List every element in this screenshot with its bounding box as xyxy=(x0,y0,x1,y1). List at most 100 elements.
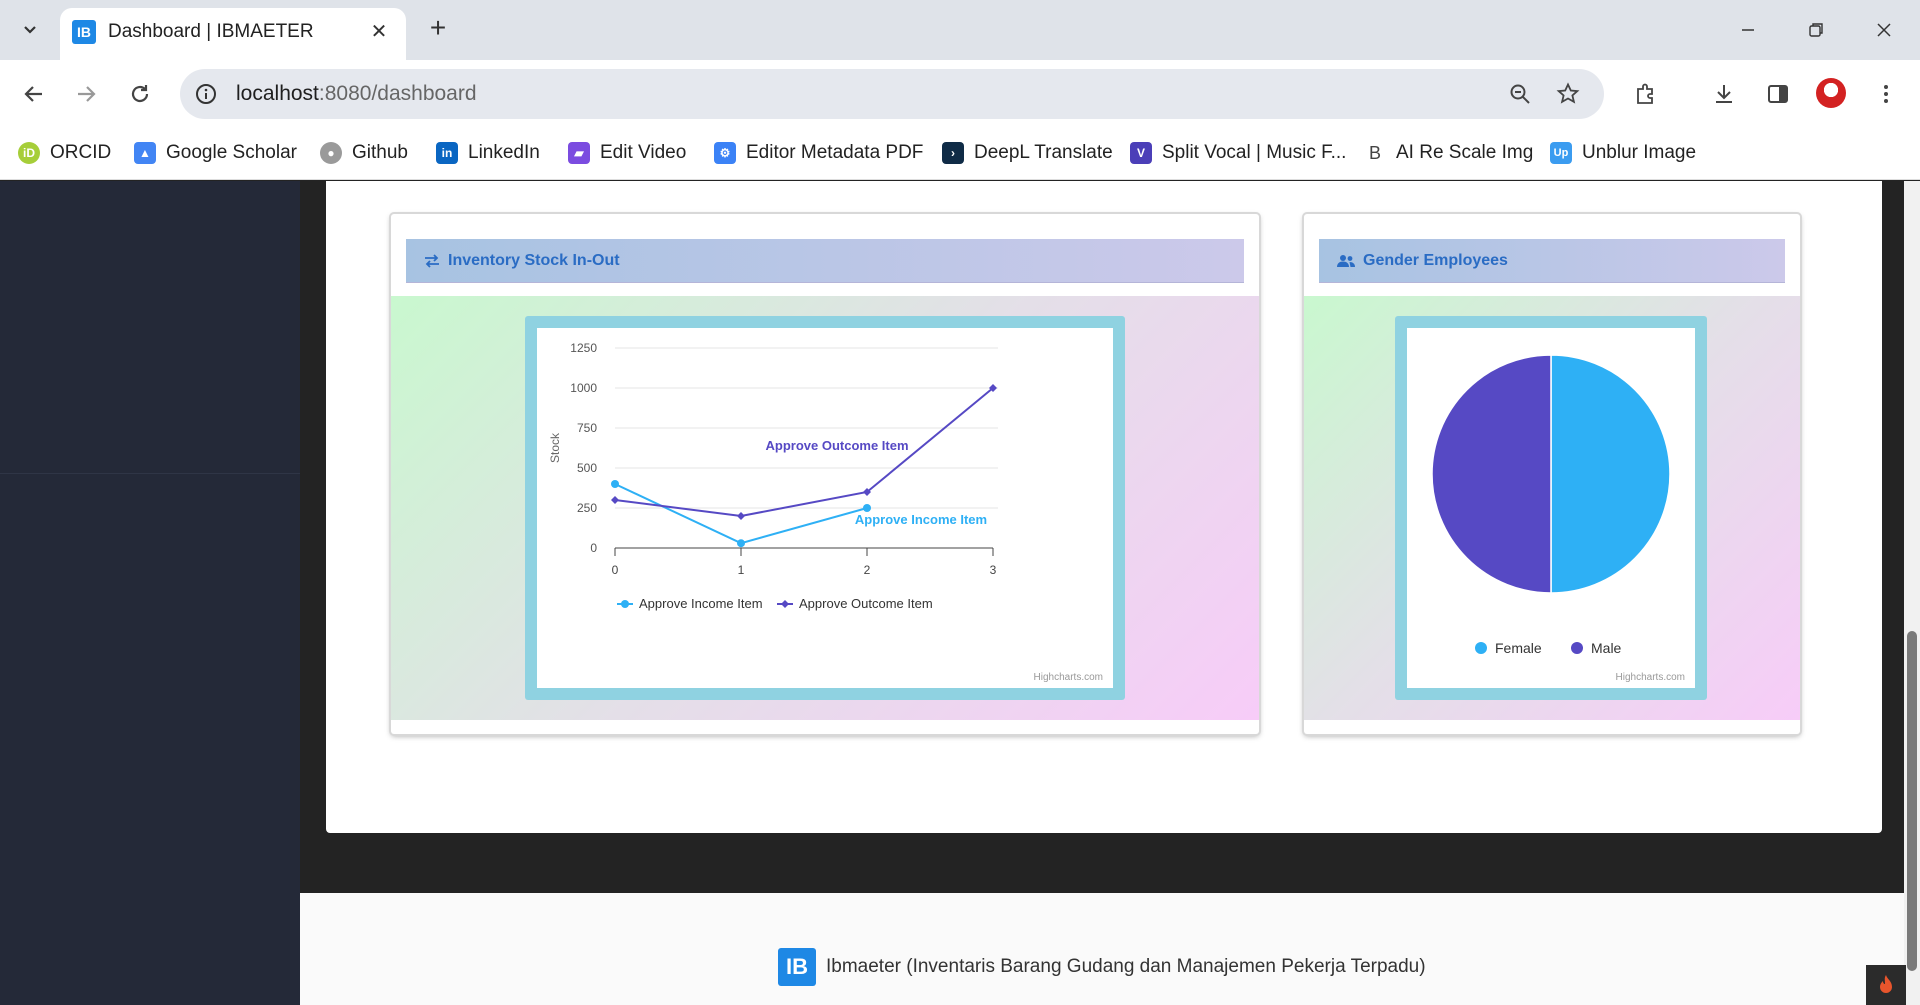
x-tick-label: 2 xyxy=(864,563,871,577)
line-chart-svg: 0 250 500 750 1000 1250 0 1 2 3 Stock Approve Outco… xyxy=(548,341,1103,683)
bookmark-linkedin[interactable]: in LinkedIn xyxy=(436,138,540,168)
github-icon: ● xyxy=(320,142,342,164)
bookmark-unblur-image[interactable]: Up Unblur Image xyxy=(1550,138,1696,168)
sidebar xyxy=(0,181,300,1005)
forward-button[interactable] xyxy=(68,76,104,112)
tab-search-button[interactable] xyxy=(14,14,46,46)
chart-credits: Highcharts.com xyxy=(1034,672,1103,683)
gender-panel-header: Gender Employees xyxy=(1319,239,1785,283)
arrow-left-icon xyxy=(24,86,42,102)
arrow-right-icon xyxy=(78,86,96,102)
bookmark-editor-metadata-pdf[interactable]: ⚙ Editor Metadata PDF xyxy=(714,138,923,168)
inventory-panel-title: Inventory Stock In-Out xyxy=(448,251,620,269)
unblur-icon: Up xyxy=(1550,142,1572,164)
y-tick-label: 1000 xyxy=(570,381,597,395)
bookmark-star-icon[interactable] xyxy=(1554,80,1582,108)
chevron-down-icon xyxy=(24,26,36,34)
dashboard-card: Inventory Stock In-Out 0 250 500 750 1000 125… xyxy=(326,181,1882,833)
close-tab-icon[interactable]: ✕ xyxy=(366,18,392,44)
pie-chart-svg: Female Male Highcharts.com xyxy=(1431,354,1685,683)
edit-video-icon: ▰ xyxy=(568,142,590,164)
gender-panel-title: Gender Employees xyxy=(1363,251,1508,269)
flame-icon xyxy=(1880,975,1892,993)
tab-title: Dashboard | IBMAETER xyxy=(108,21,314,42)
outcome-data-point xyxy=(737,512,745,520)
orcid-icon: iD xyxy=(18,142,40,164)
inventory-chart-frame: 0 250 500 750 1000 1250 0 1 2 3 Stock Approve Outco… xyxy=(525,316,1125,700)
new-tab-button[interactable]: + xyxy=(422,12,454,44)
restore-button[interactable] xyxy=(1796,12,1836,48)
y-tick-label: 0 xyxy=(590,541,597,555)
inventory-line-chart: 0 250 500 750 1000 1250 0 1 2 3 Stock Approve Outco… xyxy=(537,328,1113,688)
bookmark-edit-video[interactable]: ▰ Edit Video xyxy=(568,138,686,168)
active-tab[interactable]: IB Dashboard | IBMAETER ✕ xyxy=(60,8,406,60)
url-text[interactable]: localhost:8080/dashboard xyxy=(236,82,477,106)
close-window-button[interactable] xyxy=(1864,12,1904,48)
legend-outcome-label: Approve Outcome Item xyxy=(799,596,933,611)
zoom-icon[interactable] xyxy=(1506,80,1534,108)
footer-content: IB Ibmaeter (Inventaris Barang Gudang da… xyxy=(778,948,1426,986)
inventory-panel-body: 0 250 500 750 1000 1250 0 1 2 3 Stock Approve Outco… xyxy=(391,296,1259,720)
y-tick-label: 750 xyxy=(577,421,597,435)
income-data-point xyxy=(863,504,871,512)
download-icon[interactable] xyxy=(1706,76,1742,112)
bookmarks-bar: iD ORCID ▲ Google Scholar ● Github in Li… xyxy=(0,128,1920,180)
linkedin-icon: in xyxy=(436,142,458,164)
outcome-series-label: Approve Outcome Item xyxy=(765,438,908,453)
debug-toolbar-button[interactable] xyxy=(1866,965,1906,1005)
outcome-data-point xyxy=(611,496,619,504)
back-button[interactable] xyxy=(16,76,52,112)
sidebar-divider xyxy=(0,473,300,474)
google-scholar-icon: ▲ xyxy=(134,142,156,164)
bookmark-google-scholar[interactable]: ▲ Google Scholar xyxy=(134,138,297,168)
gender-panel-body: Female Male Highcharts.com xyxy=(1304,296,1800,720)
pie-slice-male xyxy=(1431,354,1552,594)
bookmark-orcid[interactable]: iD ORCID xyxy=(18,138,111,168)
gender-chart-frame: Female Male Highcharts.com xyxy=(1395,316,1707,700)
site-info-icon[interactable] xyxy=(192,80,220,108)
reload-icon xyxy=(131,85,149,103)
legend-male-marker xyxy=(1571,642,1583,654)
gender-panel: Gender Employees Female Male Highcharts.co… xyxy=(1304,214,1800,734)
extensions-icon[interactable] xyxy=(1628,76,1664,112)
legend-income-marker xyxy=(621,600,629,608)
pdf-metadata-icon: ⚙ xyxy=(714,142,736,164)
gender-pie-chart: Female Male Highcharts.com xyxy=(1407,328,1695,688)
pie-slice-female xyxy=(1550,354,1671,594)
side-panel-icon[interactable] xyxy=(1760,76,1796,112)
income-data-point xyxy=(611,480,619,488)
chart-credits: Highcharts.com xyxy=(1616,672,1685,683)
inventory-panel: Inventory Stock In-Out 0 250 500 750 1000 125… xyxy=(391,214,1259,734)
ibmaeter-logo-icon: IB xyxy=(778,948,816,986)
minimize-button[interactable] xyxy=(1728,12,1768,48)
y-tick-label: 500 xyxy=(577,461,597,475)
bookmark-ai-rescale[interactable]: B AI Re Scale Img xyxy=(1364,138,1533,168)
exchange-icon xyxy=(425,253,439,268)
footer-text: Ibmaeter (Inventaris Barang Gudang dan M… xyxy=(826,956,1426,977)
bookmark-deepl[interactable]: › DeepL Translate xyxy=(942,138,1113,168)
legend-female-marker xyxy=(1475,642,1487,654)
deepl-icon: › xyxy=(942,142,964,164)
page: Inventory Stock In-Out 0 250 500 750 1000 125… xyxy=(0,181,1920,1005)
address-bar[interactable]: localhost:8080/dashboard xyxy=(180,69,1604,119)
menu-kebab-icon[interactable] xyxy=(1868,76,1904,112)
profile-avatar[interactable] xyxy=(1816,78,1846,108)
legend-income-label: Approve Income Item xyxy=(639,596,763,611)
minimize-icon xyxy=(1742,29,1754,31)
reload-button[interactable] xyxy=(122,76,158,112)
scrollbar-thumb[interactable] xyxy=(1907,631,1917,971)
income-series-label: Approve Income Item xyxy=(855,512,987,527)
ai-rescale-icon: B xyxy=(1364,142,1386,164)
close-icon xyxy=(1877,23,1891,37)
ibmaeter-favicon-icon: IB xyxy=(72,20,96,44)
legend-outcome-marker xyxy=(781,600,789,608)
page-scrollbar[interactable] xyxy=(1904,181,1920,1005)
restore-icon xyxy=(1809,23,1823,37)
split-vocal-icon: V xyxy=(1130,142,1152,164)
bookmark-github[interactable]: ● Github xyxy=(320,138,408,168)
users-icon xyxy=(1337,254,1355,267)
bookmark-split-vocal[interactable]: V Split Vocal | Music F... xyxy=(1130,138,1346,168)
x-tick-label: 0 xyxy=(612,563,619,577)
legend-male-label: Male xyxy=(1591,640,1622,656)
browser-toolbar: localhost:8080/dashboard xyxy=(0,60,1920,128)
